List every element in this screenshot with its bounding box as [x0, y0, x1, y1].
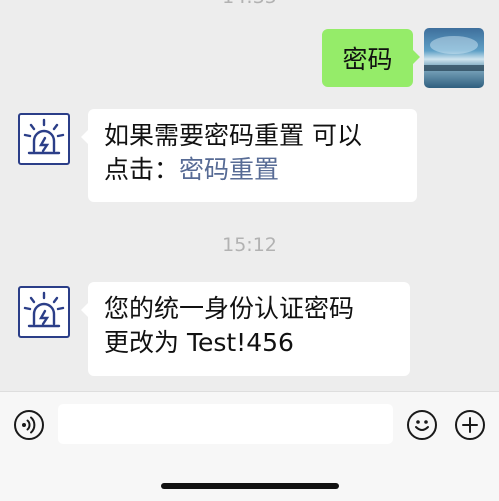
self-avatar[interactable]: [424, 28, 484, 88]
message-text-line: 如果需要密码重置 可以: [104, 121, 362, 150]
bot-avatar[interactable]: [18, 113, 70, 165]
incoming-message-bubble[interactable]: 如果需要密码重置 可以 点击：密码重置: [81, 109, 417, 202]
plus-icon: [462, 417, 478, 433]
outgoing-message-bubble[interactable]: 密码: [322, 29, 420, 87]
alarm-light-icon: [23, 291, 65, 328]
avatar-shoreline: [424, 65, 484, 71]
password-reset-link[interactable]: 密码重置: [179, 155, 279, 184]
more-button[interactable]: [455, 410, 485, 440]
separator-timestamp: 15:12: [222, 234, 277, 256]
message-text-line: 您的统一身份认证密码: [104, 294, 355, 323]
message-text-line: 更改为 Test!456: [104, 328, 294, 357]
emoji-icon: [415, 420, 429, 431]
top-timestamp: 14:35: [0, 0, 499, 8]
message-text-line: 点击：密码重置: [104, 153, 401, 187]
message-text-prefix: 点击：: [104, 155, 180, 184]
alarm-light-icon: [23, 118, 65, 155]
home-indicator[interactable]: [161, 483, 339, 489]
outgoing-message-text: 密码: [342, 45, 393, 74]
voice-button[interactable]: [14, 410, 44, 440]
voice-icon: [22, 416, 36, 434]
incoming-message-bubble[interactable]: 您的统一身份认证密码 更改为 Test!456: [81, 282, 410, 376]
message-input[interactable]: [58, 404, 393, 444]
bot-avatar[interactable]: [18, 286, 70, 338]
emoji-button[interactable]: [407, 410, 437, 440]
avatar-sky-highlight: [430, 36, 478, 54]
